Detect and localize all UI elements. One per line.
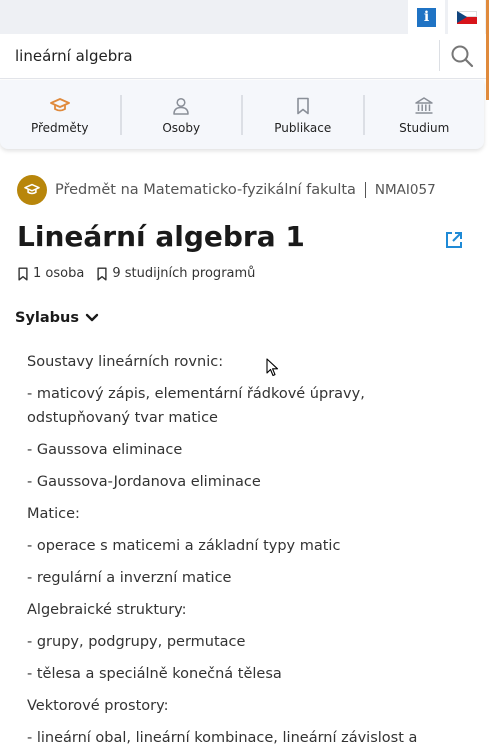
sylabus-toggle[interactable]: Sylabus xyxy=(15,310,99,326)
programs-count: 9 studijních programů xyxy=(112,266,256,281)
graduation-cap-icon xyxy=(49,97,70,111)
sylabus-line: - Gaussova eliminace xyxy=(27,442,183,458)
nav-item-publikace[interactable]: Publikace xyxy=(243,80,363,149)
subject-code: NMAI057 xyxy=(374,182,436,198)
nav-item-label: Osoby xyxy=(162,120,201,135)
subject-badge xyxy=(17,175,47,205)
sylabus-line: Matice: xyxy=(27,506,80,522)
info-button[interactable]: i xyxy=(408,0,445,34)
external-link-icon xyxy=(446,232,462,248)
persons-link[interactable]: 1 osoba xyxy=(17,266,84,281)
sylabus-line: Vektorové prostory: xyxy=(27,698,169,714)
external-link-button[interactable] xyxy=(444,230,464,250)
sylabus-line: - grupy, podgrupy, permutace xyxy=(27,634,246,650)
category-nav: Předměty Osoby Publikace Studium xyxy=(0,80,484,149)
search-button[interactable] xyxy=(442,38,482,74)
sylabus-line: - tělesa a speciálně konečná tělesa xyxy=(27,666,282,682)
subject-faculty: Předmět na Matematicko-fyzikální fakulta xyxy=(55,182,356,198)
subject-meta: 1 osoba 9 studijních programů xyxy=(17,266,267,281)
sylabus-line: Soustavy lineárních rovnic: xyxy=(27,354,224,370)
subject-separator xyxy=(364,182,366,198)
czech-flag-icon xyxy=(456,10,477,24)
sylabus-line: - maticový zápis, elementární řádkové úp… xyxy=(27,386,365,426)
top-bar: i xyxy=(0,0,489,34)
search-input[interactable] xyxy=(0,34,438,78)
subject-header: Předmět na Matematicko-fyzikální fakulta… xyxy=(17,175,436,205)
nav-item-label: Publikace xyxy=(274,120,332,135)
language-button[interactable] xyxy=(448,0,485,34)
sylabus-line: Algebraické struktury: xyxy=(27,602,187,618)
mouse-cursor-icon xyxy=(266,358,279,377)
sylabus-content: Soustavy lineárních rovnic: - maticový z… xyxy=(27,350,467,745)
sylabus-label: Sylabus xyxy=(15,310,79,326)
bookmark-icon xyxy=(296,97,309,114)
sylabus-line: - regulární a inverzní matice xyxy=(27,570,232,586)
programs-link[interactable]: 9 studijních programů xyxy=(96,266,255,281)
nav-item-studium[interactable]: Studium xyxy=(365,80,485,149)
nav-item-label: Předměty xyxy=(30,120,89,135)
sylabus-line: - lineární obal, lineární kombinace, lin… xyxy=(27,730,418,745)
search-icon xyxy=(451,45,474,68)
sylabus-line: - operace s maticemi a základní typy mat… xyxy=(27,538,341,554)
page-title: Lineární algebra 1 xyxy=(17,220,305,253)
chevron-down-icon xyxy=(85,313,99,322)
persons-count: 1 osoba xyxy=(33,266,85,281)
bookmark-icon xyxy=(18,266,28,281)
sylabus-line: - Gaussova-Jordanova eliminace xyxy=(27,474,261,490)
nav-item-label: Studium xyxy=(399,120,450,135)
bookmark-icon xyxy=(97,266,107,281)
search-divider xyxy=(439,40,440,71)
nav-item-predmety[interactable]: Předměty xyxy=(0,80,120,149)
person-icon xyxy=(173,97,189,115)
graduation-cap-icon xyxy=(24,183,40,195)
institution-icon xyxy=(415,96,433,114)
search-bar xyxy=(0,34,486,79)
info-icon: i xyxy=(417,7,436,27)
nav-item-osoby[interactable]: Osoby xyxy=(122,80,242,149)
